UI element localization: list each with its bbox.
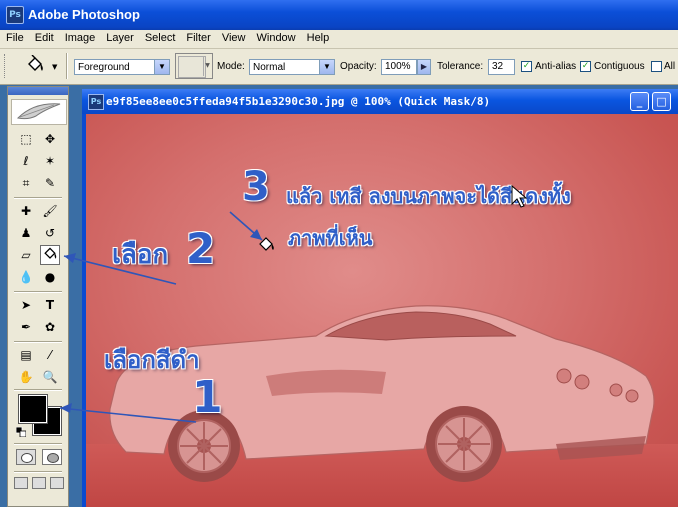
default-colors-icon[interactable] — [15, 426, 27, 438]
crop-tool-icon[interactable]: ⌗ — [16, 173, 36, 193]
chevron-down-icon: ▼ — [319, 60, 334, 74]
dodge-tool-icon[interactable]: ● — [40, 267, 60, 287]
menu-layer[interactable]: Layer — [100, 30, 139, 44]
custom-shape-tool-icon[interactable]: ✿ — [40, 317, 60, 337]
quick-mask-mode-button[interactable] — [42, 449, 62, 465]
zoom-tool-icon[interactable]: 🔍 — [40, 367, 60, 387]
all-layers-label: All — [664, 61, 676, 72]
mode-select[interactable]: Normal ▼ — [249, 59, 335, 75]
antialias-checkbox[interactable]: ✓ — [521, 61, 532, 72]
image-canvas[interactable] — [86, 114, 678, 507]
step3-caption-line1: แล้ว เทสี ลงบนภาพจะได้สีแดงทั้ง — [286, 184, 571, 208]
menu-help[interactable]: Help — [301, 30, 335, 44]
tolerance-input[interactable]: 32 — [488, 59, 515, 75]
maximize-button[interactable]: □ — [652, 92, 671, 111]
hand-tool-icon[interactable]: ✋ — [16, 367, 36, 387]
move-tool-icon[interactable]: ✥ — [40, 129, 60, 149]
tool-options-bar: ▼ Foreground ▼ — [0, 49, 678, 85]
history-brush-tool-icon[interactable]: ↺ — [40, 223, 60, 243]
step1-number: 1 — [192, 372, 223, 423]
tool-preset-dropdown[interactable]: ▼ — [52, 63, 57, 71]
mode-label: Mode: — [217, 61, 245, 72]
menu-window[interactable]: Window — [251, 30, 301, 44]
feather-icon[interactable] — [11, 99, 67, 125]
document-icon: Ps — [88, 94, 104, 110]
standard-mode-button[interactable] — [16, 449, 36, 465]
step3-number: 3 — [242, 164, 270, 210]
tolerance-label: Tolerance: — [437, 61, 484, 72]
notes-tool-icon[interactable]: ▤ — [16, 345, 36, 365]
document-title-bar[interactable]: Ps e9f85ee8ee0c5ffeda94f5b1e3290c30.jpg … — [82, 89, 678, 114]
photoshop-app-icon: Ps — [6, 6, 24, 24]
type-tool-icon[interactable]: T — [40, 295, 60, 315]
path-selection-tool-icon[interactable]: ➤ — [16, 295, 36, 315]
menu-edit[interactable]: Edit — [29, 30, 59, 44]
menu-filter[interactable]: Filter — [180, 30, 215, 44]
healing-brush-tool-icon[interactable]: ✚ — [16, 201, 36, 221]
step3-caption-line2: ภาพที่เห็น — [288, 226, 373, 250]
fill-source-value: Foreground — [78, 62, 130, 73]
full-screen-menu-mode-button[interactable] — [32, 477, 46, 489]
menu-file[interactable]: File — [0, 30, 29, 44]
clone-stamp-tool-icon[interactable]: ♟ — [16, 223, 36, 243]
menu-select[interactable]: Select — [139, 30, 181, 44]
eraser-tool-icon[interactable]: ▱ — [16, 245, 36, 265]
step2-number: 2 — [186, 224, 216, 273]
lasso-tool-icon[interactable]: ℓ — [16, 151, 36, 171]
magic-wand-tool-icon[interactable]: ✶ — [40, 151, 60, 171]
pattern-preview — [178, 56, 206, 78]
slice-tool-icon[interactable]: ✎ — [40, 173, 60, 193]
palette-title-bar[interactable] — [8, 87, 68, 95]
step1-caption: เลือกสีดำ — [104, 346, 200, 374]
fill-source-select[interactable]: Foreground ▼ — [74, 59, 170, 75]
standard-screen-mode-button[interactable] — [14, 477, 28, 489]
app-title: Adobe Photoshop — [28, 7, 140, 22]
tools-palette: ⬚ ✥ ℓ ✶ ⌗ ✎ ✚ 🖌 ♟ ↺ ▱ 💧 ● ➤ T ✒ ✿ ▤ ⁄ ✋ … — [7, 86, 69, 507]
document-title: e9f85ee8ee0c5ffeda94f5b1e3290c30.jpg @ 1… — [106, 95, 491, 108]
menu-image[interactable]: Image — [59, 30, 101, 44]
car-image — [109, 305, 655, 482]
brush-tool-icon[interactable]: 🖌 — [40, 201, 60, 221]
document-window: Ps e9f85ee8ee0c5ffeda94f5b1e3290c30.jpg … — [82, 89, 678, 507]
app-title-bar: Ps Adobe Photoshop — [0, 0, 678, 30]
full-screen-mode-button[interactable] — [50, 477, 64, 489]
contiguous-checkbox[interactable]: ✓ — [580, 61, 591, 72]
options-grip[interactable] — [4, 54, 8, 78]
minimize-button[interactable]: _ — [630, 92, 649, 111]
opacity-input[interactable]: 100% — [381, 59, 417, 75]
step2-caption: เลือก — [112, 240, 169, 270]
marquee-tool-icon[interactable]: ⬚ — [16, 129, 36, 149]
opacity-label: Opacity: — [340, 61, 377, 72]
contiguous-label: Contiguous — [594, 61, 645, 72]
eyedropper-tool-icon[interactable]: ⁄ — [40, 345, 60, 365]
menu-bar: File Edit Image Layer Select Filter View Window… — [0, 30, 678, 49]
foreground-color-swatch[interactable] — [19, 395, 47, 423]
all-layers-checkbox[interactable] — [651, 61, 662, 72]
pattern-picker[interactable]: ▼ — [175, 53, 213, 79]
chevron-down-icon: ▼ — [154, 60, 169, 74]
mode-value: Normal — [253, 62, 286, 73]
menu-view[interactable]: View — [216, 30, 251, 44]
blur-tool-icon[interactable]: 💧 — [16, 267, 36, 287]
opacity-slider-arrow[interactable]: ▶ — [417, 59, 431, 75]
paint-bucket-icon[interactable] — [24, 54, 46, 77]
paint-bucket-tool-icon[interactable] — [40, 245, 60, 265]
pen-tool-icon[interactable]: ✒ — [16, 317, 36, 337]
chevron-down-icon: ▼ — [203, 56, 211, 76]
antialias-label: Anti-alias — [535, 61, 577, 72]
